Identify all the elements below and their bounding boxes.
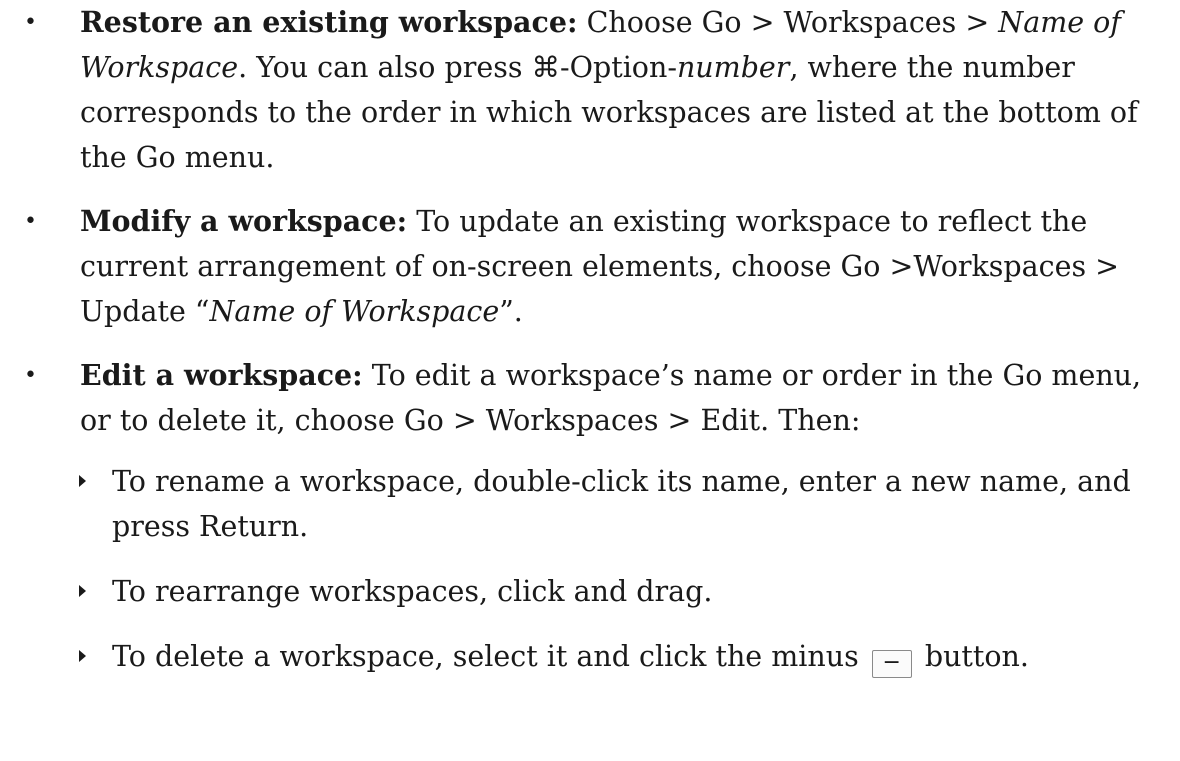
list-item-edit-workspace: • Edit a workspace: To edit a workspace’… xyxy=(0,353,1180,443)
sub-item-rearrange: To rearrange workspaces, click and drag. xyxy=(0,569,1180,614)
bullet-icon: • xyxy=(24,363,37,388)
item-heading: Restore an existing workspace: xyxy=(80,5,578,39)
item-heading: Modify a workspace: xyxy=(80,204,408,238)
item-text-part: . You can also press ⌘-Option- xyxy=(238,51,677,84)
item-italic: number xyxy=(676,51,790,84)
item-text: Modify a workspace: To update an existin… xyxy=(80,199,1168,334)
sub-item-text: To rename a workspace, double-click its … xyxy=(112,465,1131,543)
sub-item-text: To delete a workspace, select it and cli… xyxy=(112,634,1168,679)
bullet-icon: • xyxy=(24,10,37,35)
item-text: Restore an existing workspace: Choose Go… xyxy=(80,0,1168,180)
sub-item-text-part: button. xyxy=(915,640,1029,673)
triangle-right-icon xyxy=(79,585,86,597)
item-italic: Name of Workspace xyxy=(209,295,500,328)
triangle-right-icon xyxy=(79,475,86,487)
sub-item-text: To rearrange workspaces, click and drag. xyxy=(112,575,713,608)
document: • Restore an existing workspace: Choose … xyxy=(0,0,1180,679)
item-text-part: Choose Go > Workspaces > xyxy=(577,6,999,39)
item-heading: Edit a workspace: xyxy=(80,358,363,392)
list-item-restore-workspace: • Restore an existing workspace: Choose … xyxy=(0,0,1180,180)
sub-item-text-part: To delete a workspace, select it and cli… xyxy=(112,640,868,673)
sub-item-rename: To rename a workspace, double-click its … xyxy=(0,459,1180,549)
list-item-modify-workspace: • Modify a workspace: To update an exist… xyxy=(0,199,1180,334)
item-text-part: ”. xyxy=(499,295,523,328)
triangle-right-icon xyxy=(79,650,86,662)
sub-item-delete: To delete a workspace, select it and cli… xyxy=(0,634,1180,679)
item-text: Edit a workspace: To edit a workspace’s … xyxy=(80,353,1168,443)
bullet-icon: • xyxy=(24,209,37,234)
minus-button-icon: − xyxy=(871,650,912,678)
